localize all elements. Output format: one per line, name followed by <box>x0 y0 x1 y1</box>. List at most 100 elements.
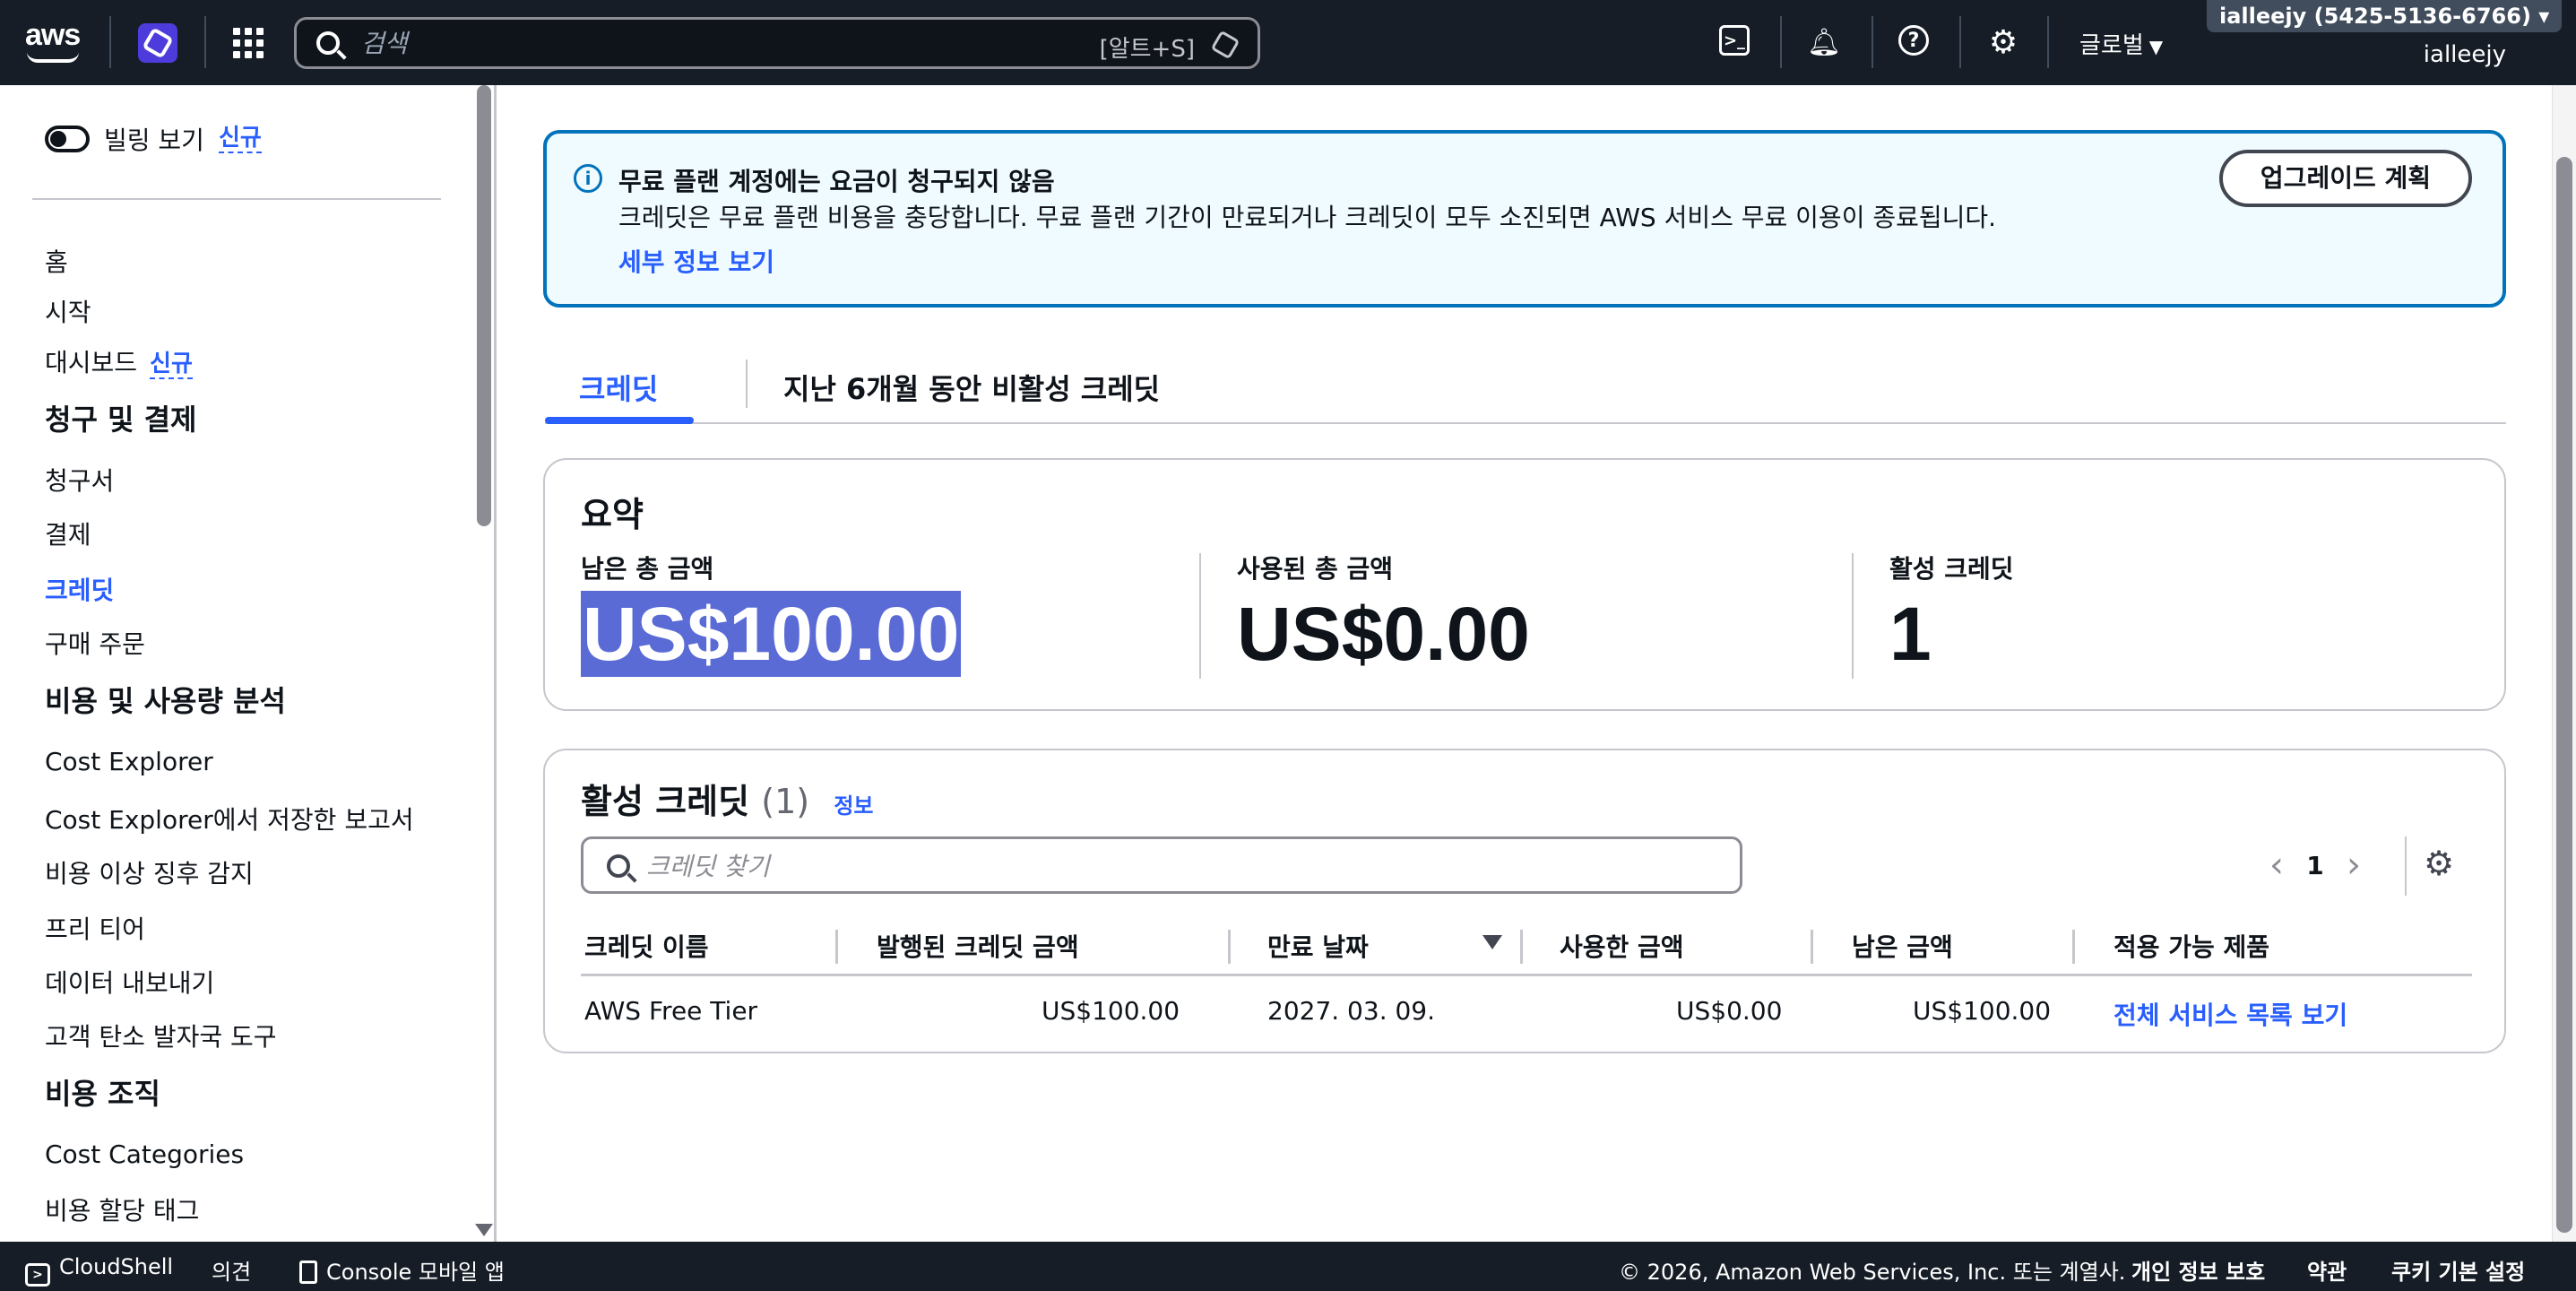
column-divider[interactable] <box>1228 930 1231 964</box>
page-scrollbar[interactable] <box>2552 85 2576 1242</box>
cell-view-services-link[interactable]: 전체 서비스 목록 보기 <box>2114 996 2347 1032</box>
alert-details-link[interactable]: 세부 정보 보기 <box>618 243 774 279</box>
bell-icon[interactable]: 🔔︎ <box>1807 25 1841 59</box>
services-grid-icon[interactable] <box>233 28 264 58</box>
sidebar-item-free-tier[interactable]: 프리 티어 <box>45 910 145 946</box>
sort-caret-icon[interactable] <box>1778 935 1798 949</box>
column-header-credit-name[interactable]: 크레딧 이름 <box>584 928 826 964</box>
scroll-down-arrow-icon[interactable] <box>475 1224 493 1236</box>
upgrade-plan-button[interactable]: 업그레이드 계획 <box>2218 150 2472 207</box>
credits-tabs: 크레딧 지난 6개월 동안 비활성 크레딧 <box>545 351 2506 424</box>
billing-view-toggle[interactable] <box>45 126 90 152</box>
amazon-q-icon[interactable] <box>138 23 177 63</box>
chevron-left-icon[interactable]: ‹ <box>2257 845 2296 886</box>
sort-caret-icon[interactable] <box>1196 935 1215 949</box>
active-credits-value: 1 <box>1889 592 1932 676</box>
column-header-expiration-date[interactable]: 만료 날짜 <box>1267 928 1509 964</box>
cloudshell-icon: > <box>25 1263 50 1287</box>
column-divider[interactable] <box>835 930 838 964</box>
remaining-total-value: US$100.00 <box>581 591 962 677</box>
nav-divider <box>1780 16 1782 68</box>
tab-credits[interactable]: 크레딧 <box>579 367 658 408</box>
cloudshell-icon[interactable]: >_ <box>1719 25 1750 56</box>
footer: > CloudShell 의견 Console 모바일 앱 © 2026, Ama… <box>0 1242 2576 1291</box>
sort-caret-icon[interactable] <box>796 935 816 949</box>
sidebar-item-payments[interactable]: 결제 <box>45 516 91 551</box>
page-number[interactable]: 1 <box>2296 851 2334 880</box>
footer-copyright: © 2026, Amazon Web Services, Inc. 또는 계열사… <box>1619 1260 2126 1285</box>
footer-cloudshell[interactable]: > CloudShell <box>25 1254 173 1287</box>
page-scrollbar-thumb[interactable] <box>2556 157 2572 1233</box>
sidebar-item-anomaly-detection[interactable]: 비용 이상 징후 감지 <box>45 854 254 890</box>
sidebar-item-getting-started[interactable]: 시작 <box>45 293 91 329</box>
active-credits-count: (1) <box>761 782 810 821</box>
amazon-q-search-icon[interactable] <box>1210 30 1240 60</box>
footer-mobile-app[interactable]: Console 모바일 앱 <box>299 1254 505 1286</box>
search-shortcut: [알트+S] <box>1099 36 1195 63</box>
table-settings-gear-icon[interactable]: ⚙ <box>2424 844 2454 883</box>
nav-divider <box>2047 16 2049 68</box>
sidebar-item-data-exports[interactable]: 데이터 내보내기 <box>45 964 214 1000</box>
sidebar-item-saved-reports[interactable]: Cost Explorer에서 저장한 보고서 <box>45 801 414 836</box>
used-total-metric: 사용된 총 금액 US$0.00 <box>1237 550 1530 677</box>
gear-icon[interactable]: ⚙ <box>1986 24 2020 61</box>
column-divider[interactable] <box>1811 930 1813 964</box>
sidebar-item-purchase-orders[interactable]: 구매 주문 <box>45 625 145 661</box>
credit-filter-input[interactable] <box>646 850 1722 882</box>
column-header-used-amount[interactable]: 사용한 금액 <box>1560 928 1828 964</box>
sidebar-scrollbar[interactable] <box>475 85 493 1242</box>
search-icon <box>607 854 630 878</box>
info-link[interactable]: 정보 <box>834 793 873 819</box>
column-header-applicable-products[interactable]: 적용 가능 제품 <box>2114 928 2472 964</box>
search-input[interactable] <box>361 27 1078 59</box>
sidebar-item-bills[interactable]: 청구서 <box>45 462 114 498</box>
new-badge[interactable]: 신규 <box>218 125 262 153</box>
used-total-value: US$0.00 <box>1237 592 1530 676</box>
tab-divider <box>746 360 748 408</box>
sidebar-item-cost-categories[interactable]: Cost Categories <box>45 1139 244 1169</box>
account-user[interactable]: ialleejy <box>2424 41 2506 68</box>
account-menu[interactable]: ialleejy (5425-5136-6766) ▾ <box>2207 0 2563 32</box>
help-icon[interactable]: ? <box>1898 25 1929 56</box>
sidebar-item-dashboard[interactable]: 대시보드 신규 <box>45 343 193 379</box>
cell-used-amount: US$0.00 <box>1676 996 1783 1026</box>
sort-caret-icon[interactable] <box>1482 935 1502 949</box>
active-credits-card: 활성 크레딧 (1) 정보 ‹ 1 › ⚙ 크레딧 이름 발행된 크레딧 금액 <box>543 749 2506 1053</box>
nav-divider <box>1871 16 1873 68</box>
sidebar-item-carbon-footprint[interactable]: 고객 탄소 발자국 도구 <box>45 1018 277 1053</box>
column-header-remaining-amount[interactable]: 남은 금액 <box>1852 928 2121 964</box>
search-icon <box>316 31 340 55</box>
sidebar-scrollbar-thumb[interactable] <box>477 85 491 526</box>
credit-filter[interactable] <box>581 836 1742 894</box>
footer-privacy[interactable]: 개인 정보 보호 <box>2131 1254 2265 1286</box>
sidebar-item-cost-explorer[interactable]: Cost Explorer <box>45 747 213 776</box>
footer-feedback[interactable]: 의견 <box>212 1254 251 1286</box>
column-header-issued-amount[interactable]: 발행된 크레딧 금액 <box>877 928 1235 964</box>
info-icon: i <box>574 164 602 193</box>
sidebar-divider <box>32 198 441 200</box>
column-divider[interactable] <box>2072 930 2075 964</box>
new-badge[interactable]: 신규 <box>150 351 193 379</box>
sidebar-item-home[interactable]: 홈 <box>45 243 68 279</box>
billing-view-toggle-row: 빌링 보기 신규 <box>45 121 262 157</box>
region-selector[interactable]: 글로벌 ▼ <box>2079 27 2163 60</box>
tab-inactive-credits[interactable]: 지난 6개월 동안 비활성 크레딧 <box>783 367 1160 408</box>
footer-terms[interactable]: 약관 <box>2307 1254 2347 1286</box>
active-credits-title: 활성 크레딧 (1) 정보 <box>581 774 874 823</box>
sidebar-item-credits[interactable]: 크레딧 <box>45 571 114 607</box>
aws-logo[interactable]: aws <box>25 20 82 63</box>
sort-caret-icon[interactable] <box>2038 935 2058 949</box>
column-divider[interactable] <box>1520 930 1523 964</box>
sort-caret-icon[interactable] <box>2440 935 2459 949</box>
chevron-right-icon[interactable]: › <box>2334 845 2373 886</box>
column-header-label: 남은 금액 <box>1852 932 1953 962</box>
alert-body: 크레딧은 무료 플랜 비용을 충당합니다. 무료 플랜 기간이 만료되거나 크레… <box>618 203 1997 232</box>
pager-divider <box>2405 836 2407 896</box>
global-search[interactable]: [알트+S] <box>294 17 1260 69</box>
cell-issued-amount: US$100.00 <box>1042 996 1180 1026</box>
sidebar-item-cost-allocation-tags[interactable]: 비용 할당 태그 <box>45 1191 199 1227</box>
active-credits-title-text: 활성 크레딧 <box>581 782 750 821</box>
column-header-label: 만료 날짜 <box>1267 932 1369 962</box>
column-header-label: 발행된 크레딧 금액 <box>877 932 1079 962</box>
footer-cookie-preferences[interactable]: 쿠키 기본 설정 <box>2391 1254 2525 1286</box>
